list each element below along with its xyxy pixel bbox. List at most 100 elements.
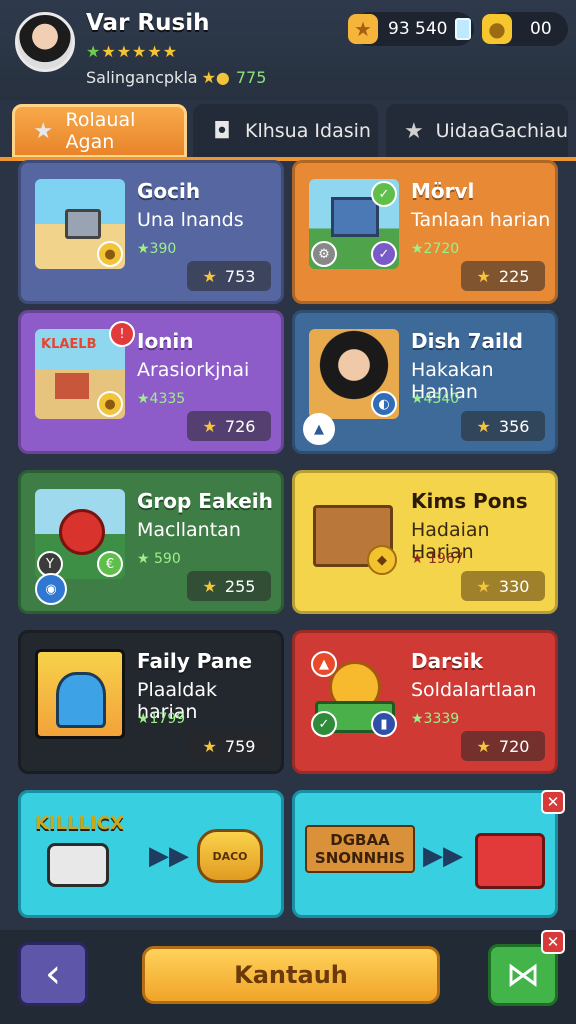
tool-icon: ⚙	[311, 241, 337, 267]
cheese-value: 00	[530, 19, 552, 39]
cheese-icon: ●	[482, 14, 512, 44]
bolt-icon: ★	[476, 736, 491, 756]
card-thumbnail: ◆	[309, 489, 399, 579]
leaf-icon: ✓	[371, 181, 397, 207]
coin-roll-icon: DACO	[197, 829, 263, 883]
card-icon: ▮	[371, 711, 397, 737]
player-subtitle: Salingancpkla ★● 775	[86, 68, 267, 87]
bolt-icon: ★	[202, 416, 217, 436]
card-kims-pons[interactable]: ◆ Kims Pons Hadaian Harian ★ 1967 ★ 330	[292, 470, 558, 614]
card-subtitle: Tanlaan harian	[411, 209, 551, 231]
card-score: ★1799	[137, 711, 186, 727]
card-score: ★ 590	[137, 551, 181, 567]
shield-icon: ▲	[303, 413, 335, 445]
coin-icon: ●	[97, 241, 123, 267]
water-drop-icon: ◉	[35, 573, 67, 605]
tab-rolaual-agan[interactable]: ★ Rolaual Agan	[12, 104, 187, 158]
card-title: Dish 7aild	[411, 329, 524, 353]
tab-klhsua-idasin[interactable]: ◘ Klhsua Idasin	[193, 104, 378, 158]
banner-killlicx[interactable]: KILLLICX ▶▶ DACO	[18, 790, 284, 918]
flame-icon: ▲	[311, 651, 337, 677]
card-thumbnail: Y €	[35, 489, 125, 579]
card-title: Darsik	[411, 649, 484, 673]
card-title: Kims Pons	[411, 489, 528, 513]
cheese-currency[interactable]: ● 00	[482, 12, 568, 46]
fast-forward-icon: ▶▶	[423, 841, 463, 871]
banner-reward-text: DACO	[212, 849, 248, 863]
card-thumbnail	[35, 649, 125, 739]
card-score: ★4340	[411, 391, 460, 407]
card-thumbnail: ✓ ⚙ ✓	[309, 179, 399, 269]
bowtie-icon: ⋈	[506, 955, 540, 995]
card-grop-eakeih[interactable]: Y € ◉ Grop Eakeih Macllantan ★ 590 ★ 255	[18, 470, 284, 614]
player-name: Var Rusih	[86, 10, 210, 36]
close-banner-button[interactable]: ✕	[541, 790, 565, 814]
alert-icon: !	[109, 321, 135, 347]
card-subtitle: Macllantan	[137, 519, 241, 541]
card-dish-7aild[interactable]: ◐ ▲ Dish 7aild Hakakan Hanian ★4340 ★ 356	[292, 310, 558, 454]
banner-dgbaa[interactable]: DGBAA SNONNHIS ▶▶	[292, 790, 558, 918]
bolt-icon: ★	[476, 266, 491, 286]
card-darsik[interactable]: ▲ ✓ ▮ Darsik Soldalartlaan ★3339 ★ 720	[292, 630, 558, 774]
card-score: ★390	[137, 241, 177, 257]
gift-box-icon	[475, 833, 545, 889]
card-thumbnail: ▲ ✓ ▮	[309, 649, 399, 739]
banner-text: DGBAA SNONNHIS	[305, 825, 415, 873]
tab-label: Klhsua Idasin	[245, 120, 371, 142]
fast-forward-icon: ▶▶	[149, 841, 189, 871]
card-score: ★3339	[411, 711, 460, 727]
coin-icon: ●	[97, 391, 123, 417]
bolt-icon: ★	[202, 266, 217, 286]
card-title: Mörvl	[411, 179, 475, 203]
card-title: Faily Pane	[137, 649, 253, 673]
card-gocih[interactable]: ● Gocih Una lnands ★390 ★ 753	[18, 160, 284, 304]
avatar[interactable]	[15, 12, 75, 72]
gold-bolt-icon: ★	[348, 14, 378, 44]
shield-icon: ◆	[367, 545, 397, 575]
card-thumbnail: ●	[35, 179, 125, 269]
card-reward-badge: ★ 255	[187, 571, 271, 601]
bolt-icon: ★	[202, 736, 217, 756]
card-ionin[interactable]: KLAELB ● ! Ionin Arasiorkjnai ★4335 ★ 726	[18, 310, 284, 454]
tab-label: Rolaual Agan	[65, 109, 136, 153]
card-subtitle: Soldalartlaan	[411, 679, 537, 701]
card-faily-pane[interactable]: Faily Pane Plaaldak harian ★1799 ★ 759	[18, 630, 284, 774]
square-icon: ◘	[213, 118, 231, 144]
card-title: Gocih	[137, 179, 201, 203]
card-reward-badge: ★ 720	[461, 731, 545, 761]
bolt-icon: ★	[476, 576, 491, 596]
bolt-icon: ★	[476, 416, 491, 436]
coin-icon: ★●	[201, 68, 230, 87]
card-subtitle: Una lnands	[137, 209, 244, 231]
bolt-icon: ★	[202, 576, 217, 596]
tab-bar: ★ Rolaual Agan ◘ Klhsua Idasin ★ UidaaGa…	[0, 104, 576, 160]
card-score: ★2720	[411, 241, 460, 257]
water-icon: ◐	[371, 391, 397, 417]
star-icon: ★	[403, 118, 424, 144]
card-reward-badge: ★ 753	[187, 261, 271, 291]
card-score: ★ 1967	[411, 551, 464, 567]
back-button[interactable]: ‹	[18, 942, 88, 1006]
gem-icon	[455, 18, 472, 40]
check-icon: ✓	[371, 241, 397, 267]
card-title: Ionin	[137, 329, 194, 353]
star-icon: ★	[33, 118, 54, 144]
card-reward-badge: ★ 759	[187, 731, 271, 761]
main-action-button[interactable]: Kantauh	[142, 946, 440, 1004]
chevron-left-icon: ‹	[45, 951, 61, 997]
tab-uidaagachiau[interactable]: ★ UidaaGachiau	[386, 104, 568, 158]
card-reward-badge: ★ 330	[461, 571, 545, 601]
close-button[interactable]: ✕	[541, 930, 565, 954]
card-reward-badge: ★ 356	[461, 411, 545, 441]
player-stars: ★★★★★★	[86, 42, 179, 61]
car-icon	[47, 843, 109, 887]
leaf-icon: ✓	[311, 711, 337, 737]
card-reward-badge: ★ 726	[187, 411, 271, 441]
card-subtitle: Arasiorkjnai	[137, 359, 250, 381]
card-reward-badge: ★ 225	[461, 261, 545, 291]
gold-currency[interactable]: ★ 93 540	[348, 12, 474, 46]
card-title: Grop Eakeih	[137, 489, 273, 513]
card-thumbnail: ◐	[309, 329, 399, 419]
card-morvl[interactable]: ✓ ⚙ ✓ Mörvl Tanlaan harian ★2720 ★ 225	[292, 160, 558, 304]
gold-value: 93 540	[388, 19, 448, 39]
